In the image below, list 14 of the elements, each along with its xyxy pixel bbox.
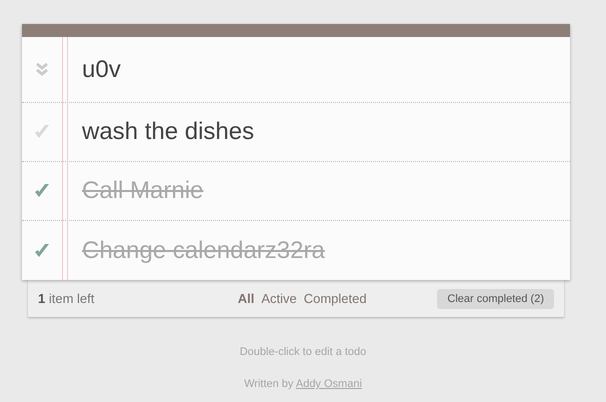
items-left-count: 1 item left <box>38 291 96 306</box>
filter-link[interactable]: Completed <box>304 291 367 306</box>
filter-link[interactable]: All <box>238 291 254 306</box>
todo-title: wash the dishes <box>82 118 254 146</box>
todo-title: Call Marnie <box>82 177 204 205</box>
author-link[interactable]: Addy Osmani <box>296 378 362 390</box>
new-todo-field[interactable]: u0v <box>82 56 522 84</box>
checkmark-icon[interactable] <box>33 242 51 260</box>
filter-link[interactable]: Active <box>261 291 297 306</box>
clear-completed-button[interactable]: Clear completed (2) <box>437 288 554 308</box>
todo-title: Change calendarz32ra <box>82 236 325 264</box>
credit-text: Written by Addy Osmani <box>244 378 362 390</box>
edit-hint: Double-click to edit a todo <box>240 346 366 358</box>
toggle-all-icon[interactable] <box>36 62 48 76</box>
